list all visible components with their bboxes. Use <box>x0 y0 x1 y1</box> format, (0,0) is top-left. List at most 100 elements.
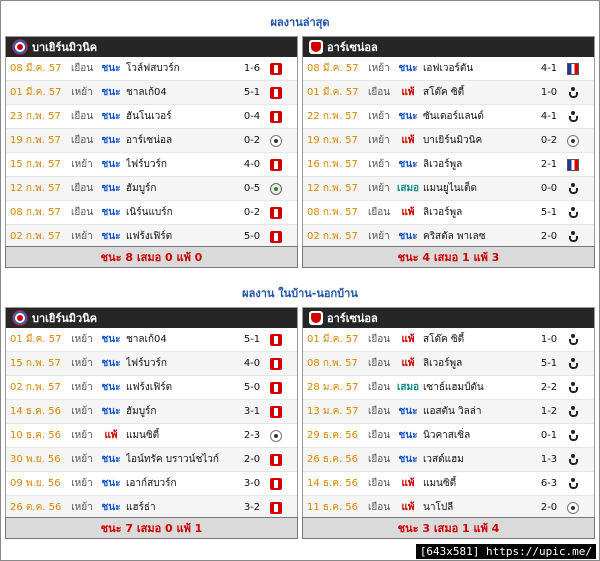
bundesliga-icon <box>270 453 282 466</box>
match-date: 15 ก.พ. 57 <box>10 159 61 170</box>
match-score: 1-6 <box>243 63 261 74</box>
match-score: 0-1 <box>540 430 558 441</box>
competition-cell <box>268 134 284 147</box>
match-row: 29 ธ.ค. 56 เยือน ชนะ นิวคาสเซิ่ล 0-1 <box>303 424 594 448</box>
match-result: แพ้ <box>401 478 415 489</box>
match-result: ชนะ <box>101 135 121 146</box>
match-row: 22 ก.พ. 57 เหย้า ชนะ ซันเดอร์แลนด์ 4-1 <box>303 105 594 129</box>
panel-recent-bayern: บาเยิร์นมิวนิค 08 มี.ค. 57 เยือน ชนะ โวล์ฟสบ… <box>5 36 298 250</box>
match-result: ชนะ <box>398 430 418 441</box>
competition-cell <box>268 501 284 514</box>
match-row: 14 ธ.ค. 56 เยือน แพ้ แมนซิตี้ 6-3 <box>303 472 594 496</box>
match-date: 15 ก.พ. 57 <box>10 358 61 369</box>
match-row: 23 ก.พ. 57 เยือน ชนะ ฮันโนเวอร์ 0-4 <box>6 105 297 129</box>
opponent-name: ซันเดอร์แลนด์ <box>423 111 484 122</box>
match-list: 08 มี.ค. 57 เยือน ชนะ โวล์ฟสบวร์ก 1-6 01 มี.ค… <box>6 57 297 249</box>
match-result: เสมอ <box>396 382 420 393</box>
match-row: 15 ก.พ. 57 เหย้า ชนะ ไฟร์บวร์ก 4-0 <box>6 153 297 177</box>
premier-league-icon <box>568 381 578 394</box>
competition-cell <box>268 158 284 171</box>
bundesliga-icon <box>270 333 282 346</box>
match-row: 16 ก.พ. 57 เหย้า ชนะ ลิเวอร์พูล 2-1 <box>303 153 594 177</box>
match-result: ชนะ <box>101 63 121 74</box>
match-score: 0-2 <box>540 135 558 146</box>
team-name: บาเยิร์นมิวนิค <box>32 312 98 325</box>
match-date: 16 ก.พ. 57 <box>307 159 358 170</box>
match-result: ชนะ <box>101 478 121 489</box>
competition-cell <box>268 429 284 442</box>
match-date: 14 ธ.ค. 56 <box>10 406 61 417</box>
match-score: 3-0 <box>243 478 261 489</box>
match-venue: เยือน <box>367 430 391 441</box>
panel-homeaway-arsenal: อาร์เซน่อล 01 มี.ค. 57 เยือน แพ้ สโต๊ค ซิตี้… <box>302 307 595 521</box>
bundesliga-icon <box>270 381 282 394</box>
match-result: แพ้ <box>401 358 415 369</box>
match-list: 01 มี.ค. 57 เหย้า ชนะ ชาลเก้04 5-1 15 ก.พ. 57… <box>6 328 297 520</box>
opponent-name: คริสตัล พาเลซ <box>423 231 486 242</box>
match-venue: เยือน <box>367 454 391 465</box>
competition-cell <box>565 62 581 75</box>
match-date: 01 มี.ค. 57 <box>307 87 359 98</box>
match-score: 2-0 <box>243 454 261 465</box>
match-date: 19 ก.พ. 57 <box>307 135 358 146</box>
match-row: 08 ก.พ. 57 เยือน แพ้ ลิเวอร์พูล 5-1 <box>303 201 594 225</box>
competition-cell <box>268 206 284 219</box>
bundesliga-icon <box>270 230 282 243</box>
competition-cell <box>268 405 284 418</box>
match-score: 5-1 <box>243 334 261 345</box>
match-date: 02 ก.พ. 57 <box>10 382 61 393</box>
match-score: 1-0 <box>540 87 558 98</box>
match-venue: เหย้า <box>71 430 93 441</box>
opponent-name: ฮันโนเวอร์ <box>126 111 172 122</box>
match-date: 13 ม.ค. 57 <box>307 406 359 417</box>
premier-league-icon <box>568 357 578 370</box>
match-score: 5-1 <box>540 358 558 369</box>
match-venue: เยือน <box>367 87 391 98</box>
match-score: 4-1 <box>540 63 558 74</box>
opponent-name: ลิเวอร์พูล <box>423 159 463 170</box>
premier-league-icon <box>568 230 578 243</box>
opponent-name: แฟร้งเฟิร์ต <box>126 382 173 393</box>
opponent-name: ฮัมบูร์ก <box>126 183 157 194</box>
opponent-name: นาโปลี <box>423 502 454 513</box>
match-score: 5-1 <box>540 207 558 218</box>
opponent-name: บาเยิร์นมิวนิค <box>423 135 483 146</box>
fa-cup-icon <box>567 62 579 75</box>
opponent-name: ไฟร์บวร์ก <box>126 159 167 170</box>
arsenal-crest-icon <box>309 311 323 325</box>
match-date: 14 ธ.ค. 56 <box>307 478 358 489</box>
match-row: 30 พ.ย. 56 เหย้า ชนะ ไอน์ทรัค บราวน์ชไวก์ 2-… <box>6 448 297 472</box>
team-header: อาร์เซน่อล <box>303 308 594 328</box>
opponent-name: แมนยูไนเต็ด <box>423 183 478 194</box>
match-venue: เยือน <box>367 334 391 345</box>
opponent-name: แมนซิตี้ <box>126 430 160 441</box>
premier-league-icon <box>568 206 578 219</box>
match-score: 1-0 <box>540 334 558 345</box>
competition-cell <box>268 453 284 466</box>
panel-homeaway-bayern: บาเยิร์นมิวนิค 01 มี.ค. 57 เหย้า ชนะ ชาลเก้0… <box>5 307 298 521</box>
bundesliga-icon <box>270 405 282 418</box>
match-venue: เหย้า <box>71 454 93 465</box>
match-score: 5-0 <box>243 382 261 393</box>
match-row: 10 ธ.ค. 56 เหย้า แพ้ แมนซิตี้ 2-3 <box>6 424 297 448</box>
team-header: บาเยิร์นมิวนิค <box>6 308 297 328</box>
opponent-name: เวสต์แฮม <box>423 454 464 465</box>
match-row: 12 ก.พ. 57 เหย้า เสมอ แมนยูไนเต็ด 0-0 <box>303 177 594 201</box>
opponent-name: แฮร์ธ่า <box>126 502 156 513</box>
competition-cell <box>268 86 284 99</box>
match-result: ชนะ <box>398 231 418 242</box>
crest-mark <box>17 315 23 321</box>
opponent-name: โวล์ฟสบวร์ก <box>126 63 180 74</box>
match-row: 09 พ.ย. 56 เหย้า ชนะ เอาก์สบวร์ก 3-0 <box>6 472 297 496</box>
crest-mark <box>311 42 321 52</box>
match-score: 4-0 <box>243 159 261 170</box>
opponent-name: แฟร้งเฟิร์ต <box>126 231 173 242</box>
match-venue: เยือน <box>70 207 94 218</box>
match-result: แพ้ <box>401 502 415 513</box>
bundesliga-icon <box>270 477 282 490</box>
match-venue: เยือน <box>367 207 391 218</box>
match-date: 09 พ.ย. 56 <box>10 478 61 489</box>
bundesliga-icon <box>270 62 282 75</box>
match-result: ชนะ <box>101 159 121 170</box>
match-venue: เยือน <box>70 111 94 122</box>
